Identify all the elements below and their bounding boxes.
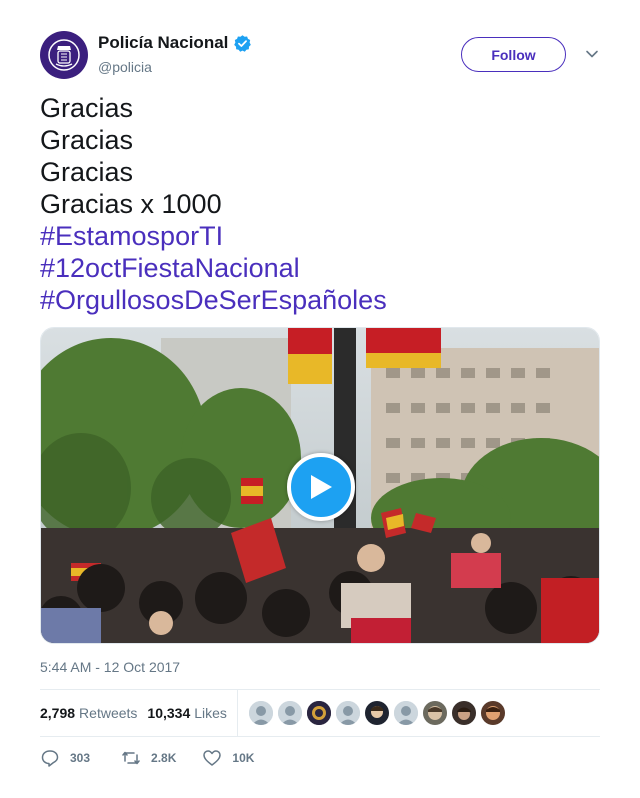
retweets-label[interactable]: Retweets [79,705,137,721]
tweet-line: Gracias x 1000 [40,189,222,219]
reply-icon [41,750,59,767]
default-user-icon [278,701,302,725]
retweet-button[interactable]: 2.8K [121,748,176,768]
hashtag-link[interactable]: #EstamosporTI [40,220,600,252]
user-photo-icon [423,701,447,725]
tweet-timestamp[interactable]: 5:44 AM - 12 Oct 2017 [40,659,180,675]
user-photo-icon [481,701,505,725]
liker-avatar[interactable] [394,701,418,725]
tweet-header: Policía Nacional @policia Follow [40,31,600,79]
play-icon [311,475,332,499]
retweets-count[interactable]: 2,798 [40,705,75,721]
hashtag-link[interactable]: #OrgullososDeSerEspañoles [40,284,600,316]
liker-avatar[interactable] [452,701,476,725]
tweet-text: Gracias Gracias Gracias Gracias x 1000 #… [40,92,600,316]
liker-avatar[interactable] [278,701,302,725]
heart-icon [203,750,222,766]
follow-button[interactable]: Follow [461,37,566,72]
default-user-icon [394,701,418,725]
default-user-icon [249,701,273,725]
likes-label[interactable]: Likes [194,705,227,721]
likes-count[interactable]: 10,334 [147,705,190,721]
liker-avatar[interactable] [336,701,360,725]
display-name[interactable]: Policía Nacional [98,33,228,53]
tweet-line: Gracias [40,157,134,187]
hashtag-link[interactable]: #12octFiestaNacional [40,252,600,284]
liker-avatar[interactable] [423,701,447,725]
liker-avatars [249,701,510,725]
stats-divider [237,690,238,736]
liker-avatar[interactable] [365,701,389,725]
like-count: 10K [232,751,255,765]
tweet-stats: 2,798 Retweets 10,334 Likes [40,689,600,737]
user-photo-icon [307,701,331,725]
tweet-actions: 303 2.8K 10K [40,748,254,768]
reply-button[interactable]: 303 [40,748,90,768]
tweet-line: Gracias [40,125,134,155]
account-handle[interactable]: @policia [98,59,152,75]
liker-avatar[interactable] [249,701,273,725]
tweet-line: Gracias [40,93,134,123]
play-button[interactable] [287,453,355,521]
user-photo-icon [365,701,389,725]
like-button[interactable]: 10K [202,748,254,768]
stat-counts: 2,798 Retweets 10,334 Likes [40,690,227,736]
retweet-count: 2.8K [151,751,177,765]
retweet-icon [122,751,140,765]
name-row: Policía Nacional [98,33,252,53]
video-player[interactable] [40,327,600,644]
verified-badge-icon [234,34,252,52]
police-badge-icon [48,39,80,71]
liker-avatar[interactable] [481,701,505,725]
chevron-down-icon[interactable] [585,47,599,61]
user-photo-icon [452,701,476,725]
liker-avatar[interactable] [307,701,331,725]
avatar[interactable] [40,31,88,79]
reply-count: 303 [70,751,91,765]
default-user-icon [336,701,360,725]
